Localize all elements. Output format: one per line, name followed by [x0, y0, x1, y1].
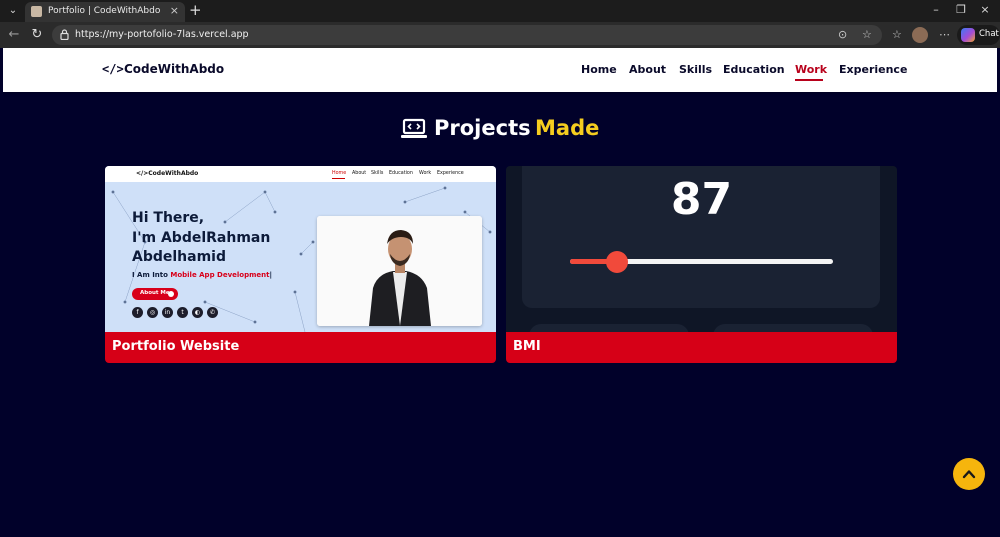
heading-accent-text: Made [535, 116, 600, 140]
browser-toolbar: ← ↻ https://my-portofolio-7las.vercel.ap… [0, 22, 1000, 48]
site-header: </> CodeWithAbdo Home About Skills Educa… [3, 48, 997, 92]
reader-mode-icon[interactable]: ⊙ [838, 27, 847, 43]
favorite-star-icon[interactable]: ☆ [862, 27, 872, 43]
project-thumbnail: 87 [506, 166, 897, 332]
preview-hero-line-3: Abdelhamid [132, 249, 226, 265]
copilot-chat-button[interactable]: Chat [957, 25, 1000, 45]
tab-close-icon[interactable]: × [170, 5, 179, 17]
preview-profile-photo [317, 216, 482, 326]
window-close-icon[interactable]: × [977, 3, 993, 17]
project-thumbnail: </>CodeWithAbdo Home About Skills Educat… [105, 166, 496, 332]
nav-link-work[interactable]: Work [795, 63, 827, 76]
preview-typed-cursor: | [269, 271, 273, 279]
chat-label: Chat [979, 29, 999, 39]
section-heading: Projects Made [3, 115, 997, 145]
reload-icon[interactable]: ↻ [29, 27, 45, 43]
preview-logo: </>CodeWithAbdo [136, 170, 199, 177]
active-nav-indicator [795, 79, 823, 81]
preview-hero-line-2: I'm AbdelRahman [132, 230, 271, 246]
preview-about-button: About Me [132, 288, 178, 300]
url-text: https://my-portofolio-7las.vercel.app [75, 29, 249, 40]
nav-link-home[interactable]: Home [581, 63, 617, 76]
preview-about-label: About Me [140, 290, 170, 296]
bmi-value: 87 [670, 174, 733, 225]
project-card-footer: Portfolio Website [105, 332, 496, 363]
preview-typed-text: I Am Into Mobile App Development| [132, 271, 272, 279]
bmi-slider-thumb [606, 251, 628, 273]
chevron-up-icon [962, 470, 976, 479]
tab-favicon-icon [31, 6, 42, 17]
new-tab-icon[interactable]: + [189, 2, 202, 18]
github-icon: ◐ [192, 307, 203, 318]
nav-link-experience[interactable]: Experience [839, 63, 907, 76]
project-title: BMI [513, 339, 541, 354]
preview-nav-education: Education [389, 171, 413, 176]
more-menu-icon[interactable]: ⋯ [939, 27, 950, 43]
back-icon[interactable]: ← [6, 27, 22, 43]
tab-list-icon[interactable]: ⌄ [6, 4, 20, 18]
instagram-icon: ◎ [147, 307, 158, 318]
preview-navbar: </>CodeWithAbdo Home About Skills Educat… [105, 166, 496, 182]
preview-typed-prefix: I Am Into [132, 271, 171, 279]
copilot-icon [961, 28, 975, 42]
whatsapp-icon: ✆ [207, 307, 218, 318]
minimize-icon[interactable]: – [928, 3, 944, 17]
code-icon: </> [102, 62, 124, 76]
restore-icon[interactable]: ❐ [953, 3, 969, 17]
preview-hero-line-1: Hi There, [132, 210, 205, 226]
project-title: Portfolio Website [112, 339, 240, 354]
browser-tab-bar: ⌄ Portfolio | CodeWithAbdo × + – ❐ × [0, 0, 1000, 22]
project-card-portfolio[interactable]: </>CodeWithAbdo Home About Skills Educat… [105, 166, 496, 363]
preview-nav-home: Home [332, 171, 347, 176]
bmi-option-right [713, 324, 873, 332]
lock-icon [60, 29, 69, 40]
twitter-icon: t [177, 307, 188, 318]
preview-typed-accent: Mobile App Development [170, 271, 270, 279]
tab-title: Portfolio | CodeWithAbdo [48, 6, 161, 16]
profile-avatar[interactable] [912, 27, 928, 43]
project-card-footer: BMI [506, 332, 897, 363]
heading-main-text: Projects [434, 116, 531, 140]
facebook-icon: f [132, 307, 143, 318]
preview-nav-experience: Experience [437, 171, 464, 176]
preview-nav-work: Work [419, 171, 432, 176]
laptop-code-icon [401, 118, 427, 138]
preview-nav-about: About [352, 171, 367, 176]
address-bar[interactable]: https://my-portofolio-7las.vercel.app ⊙ … [52, 25, 882, 45]
browser-tab[interactable]: Portfolio | CodeWithAbdo × [25, 2, 185, 22]
linkedin-icon: in [162, 307, 173, 318]
nav-link-skills[interactable]: Skills [679, 63, 712, 76]
nav-link-education[interactable]: Education [723, 63, 785, 76]
scroll-to-top-button[interactable] [953, 458, 985, 490]
nav-link-about[interactable]: About [629, 63, 666, 76]
logo-text: CodeWithAbdo [124, 62, 225, 76]
favorites-icon[interactable]: ☆ [892, 27, 902, 43]
bmi-option-left [529, 324, 689, 332]
website-viewport: </> CodeWithAbdo Home About Skills Educa… [3, 48, 997, 537]
preview-nav-skills: Skills [371, 171, 384, 176]
bmi-slider [570, 251, 833, 273]
preview-active-indicator [332, 178, 345, 179]
project-card-bmi[interactable]: 87 BMI [506, 166, 897, 363]
arrow-circle-icon [168, 291, 174, 297]
